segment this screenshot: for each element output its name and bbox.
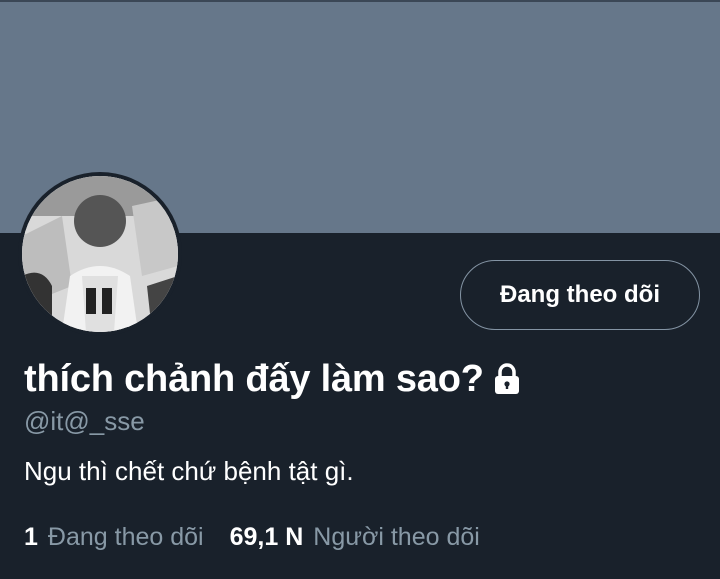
profile-bio: Ngu thì chết chứ bệnh tật gì.	[24, 456, 354, 486]
profile-stats: 1 Đang theo dõi 69,1 N Người theo dõi	[24, 523, 480, 552]
following-stat[interactable]: 1 Đang theo dõi	[24, 523, 204, 552]
following-count: 1	[24, 523, 38, 551]
avatar[interactable]	[18, 172, 182, 336]
user-handle: @it@_sse	[24, 406, 145, 436]
followers-count: 69,1 N	[229, 523, 304, 551]
lock-icon	[492, 362, 522, 396]
following-button[interactable]: Đang theo dõi	[460, 260, 700, 330]
followers-label: Người theo dõi	[313, 523, 480, 551]
display-name-row: thích chảnh đấy làm sao?	[24, 354, 522, 404]
followers-stat[interactable]: 69,1 N Người theo dõi	[230, 523, 480, 552]
following-label: Đang theo dõi	[47, 523, 204, 551]
display-name: thích chảnh đấy làm sao?	[24, 357, 484, 400]
avatar-image	[22, 176, 178, 332]
